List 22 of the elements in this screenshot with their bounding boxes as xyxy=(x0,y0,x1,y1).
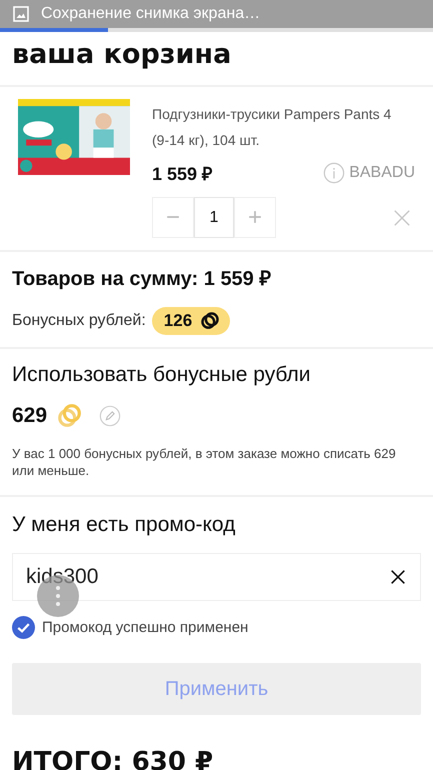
product-name[interactable]: Подгузники-трусики Pampers Pants 4 (9-14 кг), 104 шт. xyxy=(152,101,402,153)
coins-icon xyxy=(57,403,84,429)
bonus-note: У вас 1 000 бонусных рублей, в этом заказе можно списать 629 или меньше. xyxy=(12,445,397,479)
product-price: 1 559 ₽ xyxy=(152,163,212,185)
bonus-label: Бонусных рублей: xyxy=(12,312,146,330)
close-icon[interactable] xyxy=(389,568,407,586)
bonus-badge: 126 xyxy=(152,307,230,335)
quantity-field[interactable]: 1 xyxy=(194,197,234,238)
page-title: ваша корзина xyxy=(11,38,232,72)
notification-text: Сохранение снимка экрана… xyxy=(41,5,260,23)
items-total: Товаров на сумму: 1 559 ₽ xyxy=(12,267,272,291)
order-total: ИТОГО: 630 ₽ xyxy=(11,746,214,770)
section-heading: Использовать бонусные рубли xyxy=(12,363,312,387)
promo-status: Промокод успешно применен xyxy=(42,619,248,636)
more-icon xyxy=(55,584,61,608)
section-heading: У меня есть промо-код xyxy=(12,513,236,537)
pencil-icon[interactable] xyxy=(99,405,122,427)
promo-code-field[interactable]: kids300 xyxy=(12,553,421,601)
image-icon xyxy=(13,6,29,22)
seller-name: BABADU xyxy=(349,164,415,182)
bonus-amount: 629 xyxy=(12,404,48,428)
info-icon[interactable] xyxy=(323,162,346,184)
